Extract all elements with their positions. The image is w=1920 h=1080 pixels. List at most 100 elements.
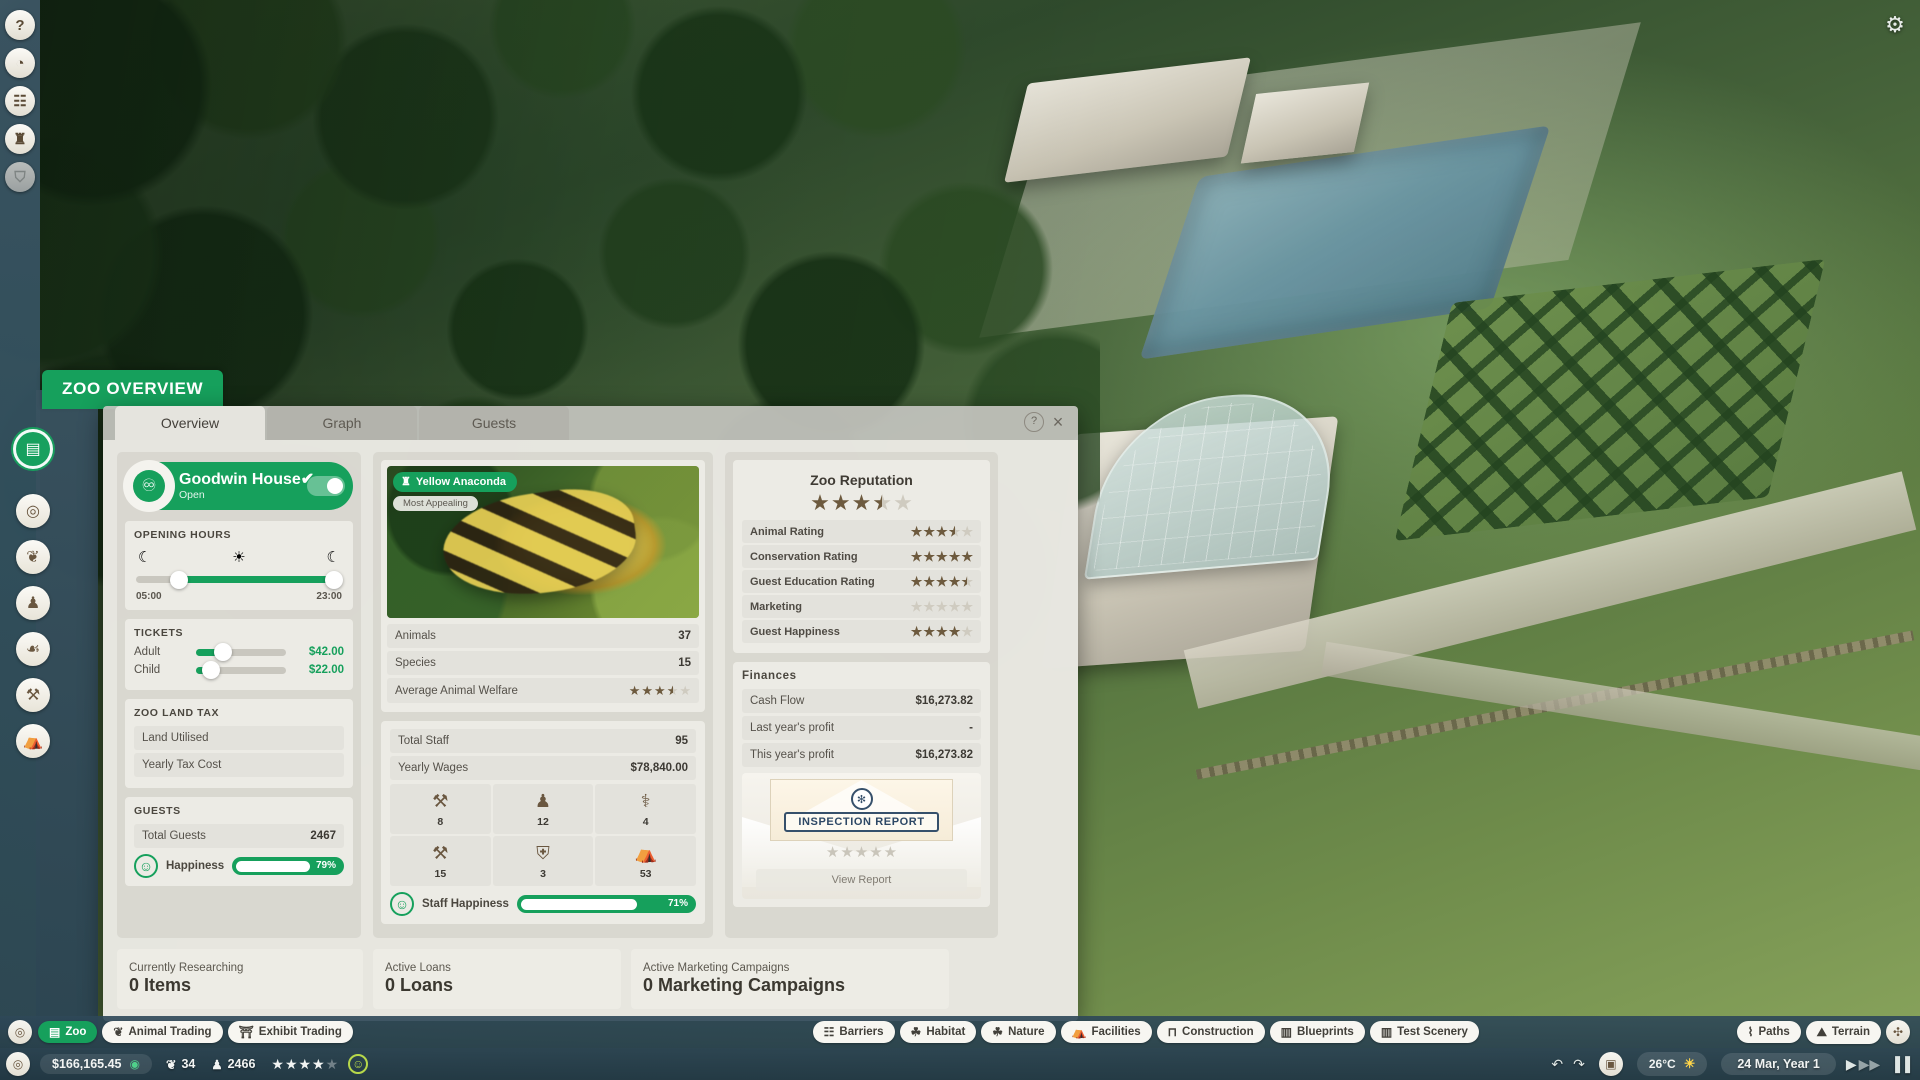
currently-researching-card[interactable]: Currently Researching 0 Items	[117, 949, 363, 1009]
zoo-settings-column: ♾ Goodwin House✔ Open OPENING HOURS ☾ ☀	[117, 452, 361, 938]
this-year-profit-row: This year's profit $16,273.82	[742, 743, 981, 767]
reputation-finance-column: Zoo Reputation ★★★★★ Animal Rating ★★★★★…	[725, 452, 998, 938]
active-loans-value: 0 Loans	[385, 975, 454, 995]
staff-cell-vet[interactable]: ⚕ 4	[595, 784, 696, 834]
exhibit-icon: ⛩	[238, 1025, 254, 1039]
tab-graph[interactable]: Graph	[267, 406, 417, 440]
undo-icon[interactable]: ↶	[1551, 1056, 1563, 1073]
camera-reset-icon[interactable]: ◎	[8, 1020, 32, 1044]
fast-forward-icon[interactable]: ▶▶	[1859, 1056, 1881, 1073]
tab-guests[interactable]: Guests	[419, 406, 569, 440]
taskbar-pill-exhibit-trading[interactable]: ⛩ Exhibit Trading	[227, 1021, 353, 1043]
smiley-icon: ☺	[390, 892, 414, 916]
taskbar-pill-animal-trading[interactable]: ❦ Animal Trading	[102, 1021, 223, 1043]
scenery-brush-icon[interactable]: ✣	[1886, 1020, 1910, 1044]
species-label: Species	[395, 657, 436, 669]
close-time-label: 23:00	[316, 591, 342, 602]
guest-icon: ♟	[211, 1057, 223, 1072]
land-utilised-label: Land Utilised	[142, 732, 209, 744]
rep-label-education: Guest Education Rating	[750, 575, 875, 588]
currently-researching-value: 0 Items	[129, 975, 192, 995]
play-icon[interactable]: ▶	[1846, 1056, 1857, 1073]
trophy-icon[interactable]: ♜	[5, 124, 35, 154]
zoo-open-toggle[interactable]	[307, 476, 345, 496]
view-report-button[interactable]: View Report	[756, 869, 967, 891]
child-price-knob[interactable]	[202, 661, 221, 679]
taskbar-pill-terrain-label: Terrain	[1831, 1026, 1870, 1038]
caretaker-count: 15	[434, 868, 447, 880]
ticket-slider-adult[interactable]	[196, 643, 286, 661]
sidebar-item-keepers[interactable]: ☙	[16, 632, 50, 666]
taskbar-pill-habitat[interactable]: ☘ Habitat	[899, 1021, 977, 1043]
zoo-logo: ♾	[123, 460, 175, 512]
active-marketing-value: 0 Marketing Campaigns	[643, 975, 846, 995]
taskbar-pill-nature-label: Nature	[1008, 1026, 1045, 1038]
sidebar-item-zoo-overview[interactable]: ▤	[16, 432, 50, 466]
zoopedia-icon[interactable]: ◔	[5, 48, 35, 78]
gear-icon[interactable]: ⚙	[1882, 12, 1908, 38]
taskbar-pill-barriers[interactable]: ☷ Barriers	[812, 1021, 895, 1043]
vet-count: 4	[642, 816, 649, 828]
animal-welfare-label: Average Animal Welfare	[395, 684, 518, 697]
zoo-logo-icon: ♾	[133, 470, 165, 502]
sidebar-item-shops[interactable]: ⛺	[16, 724, 50, 758]
calendar-icon[interactable]: ☷	[5, 86, 35, 116]
staff-happiness-label: Staff Happiness	[422, 898, 509, 910]
taskbar-pill-test-scenery[interactable]: ▥ Test Scenery	[1369, 1021, 1479, 1043]
hours-labels: 05:00 23:00	[134, 591, 344, 602]
guests-count: 2466	[227, 1057, 256, 1071]
species-value: 15	[678, 657, 691, 669]
sidebar-item-animals-manage[interactable]: ◎	[16, 494, 50, 528]
sun-icon: ☀	[232, 549, 246, 566]
redo-icon[interactable]: ↷	[1573, 1056, 1585, 1073]
taskbar-pill-facilities[interactable]: ⛺ Facilities	[1060, 1021, 1152, 1043]
help-icon[interactable]: ?	[1024, 412, 1044, 432]
taskbar-pill-zoo[interactable]: ▤ Zoo	[38, 1021, 98, 1043]
tickets-title: TICKETS	[134, 627, 184, 639]
tab-overview[interactable]: Overview	[115, 406, 265, 440]
taskbar-pill-paths[interactable]: ⌇ Paths	[1736, 1021, 1801, 1043]
taskbar-pill-construction[interactable]: ⊓ Construction	[1156, 1021, 1265, 1043]
open-time-label: 05:00	[136, 591, 162, 602]
adult-price-knob[interactable]	[214, 643, 232, 661]
tabstrip: Overview Graph Guests ? ×	[103, 406, 1078, 440]
staff-happiness-row: ☺ Staff Happiness 71%	[390, 892, 696, 916]
minimap-icon[interactable]: ◎	[6, 1052, 30, 1076]
staff-cell-caretaker[interactable]: ⚒ 15	[390, 836, 491, 886]
ticket-slider-child[interactable]	[196, 661, 286, 679]
sidebar-item-staff[interactable]: ♟	[16, 586, 50, 620]
yearly-tax-row: Yearly Tax Cost	[134, 753, 344, 777]
close-time-knob[interactable]	[324, 570, 343, 589]
total-staff-row: Total Staff 95	[390, 729, 696, 753]
taskbar-pill-facilities-label: Facilities	[1091, 1026, 1141, 1038]
mechanic-count: 8	[437, 816, 444, 828]
active-loans-card[interactable]: Active Loans 0 Loans	[373, 949, 621, 1009]
active-marketing-card[interactable]: Active Marketing Campaigns 0 Marketing C…	[631, 949, 949, 1009]
staff-cell-security[interactable]: ⛨ 3	[492, 836, 594, 886]
camera-icon[interactable]: ▣	[1598, 1052, 1623, 1076]
sidebar-item-mechanics[interactable]: ⚒	[16, 678, 50, 712]
open-time-knob[interactable]	[170, 570, 189, 589]
help-icon[interactable]: ?	[5, 10, 35, 40]
taskbar-pill-nature[interactable]: ☘ Nature	[981, 1021, 1056, 1043]
security-count: 3	[540, 868, 546, 880]
animal-welfare-stars: ★ ★ ★ ★ ★	[629, 684, 691, 697]
staff-cell-mechanic[interactable]: ⚒ 8	[390, 784, 491, 834]
opening-hours-slider[interactable]	[136, 570, 343, 589]
staff-cell-keeper[interactable]: ♟ 12	[492, 784, 594, 834]
sidebar-item-animals[interactable]: ❦	[16, 540, 50, 574]
staff-cell-vendor[interactable]: ⛺ 53	[595, 836, 696, 886]
taskbar-pill-paths-label: Paths	[1758, 1026, 1790, 1038]
test-scenery-icon: ▥	[1380, 1025, 1393, 1039]
keeper-icon: ♟	[534, 791, 552, 811]
animal-photo-frame[interactable]: ♜ Yellow Anaconda Most Appealing	[387, 466, 699, 618]
taskbar-pill-blueprints[interactable]: ▥ Blueprints	[1269, 1021, 1365, 1043]
pause-icon[interactable]: ▐▐	[1890, 1056, 1910, 1072]
taskbar-pill-terrain[interactable]: ⛰ Terrain	[1805, 1020, 1881, 1044]
status-mood-icon: ☺	[348, 1054, 369, 1074]
rep-row-happiness: Guest Happiness ★ ★ ★ ★ ★	[742, 620, 981, 643]
close-icon[interactable]: ×	[1048, 412, 1068, 432]
animals-label: Animals	[395, 630, 436, 642]
keeper-count: 12	[537, 816, 549, 828]
vendor-icon: ⛺	[634, 843, 657, 863]
